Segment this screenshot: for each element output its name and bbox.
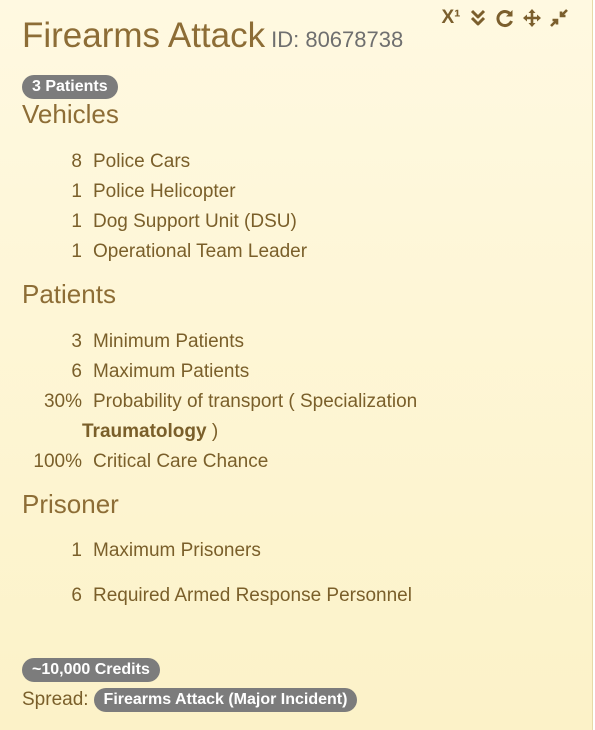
minimize-icon[interactable]	[549, 8, 569, 28]
max-patients-row: 6 Maximum Patients	[71, 361, 250, 382]
chevron-double-down-icon[interactable]	[468, 8, 488, 28]
mission-name: Firearms Attack	[22, 16, 266, 55]
specialization-name: Traumatology	[82, 421, 207, 442]
prisoner-heading: Prisoner	[22, 489, 119, 519]
list-item: 6 Required Armed Response Personnel	[71, 585, 412, 606]
spread-row: Spread: Firearms Attack (Major Incident)	[22, 688, 358, 712]
refresh-icon[interactable]	[495, 8, 515, 28]
spread-badge[interactable]: Firearms Attack (Major Incident)	[93, 688, 358, 712]
spread-label: Spread:	[22, 689, 89, 711]
mission-id: ID: 80678738	[271, 27, 404, 52]
mission-panel: Firearms Attack ID: 80678738 X¹ 3 Patient…	[0, 0, 593, 730]
credits-badge: ~10,000 Credits	[22, 658, 160, 682]
move-icon[interactable]	[522, 8, 542, 28]
list-item: 8 Police Cars	[71, 151, 191, 172]
superscript-icon[interactable]: X¹	[441, 8, 461, 28]
specialization-row: Traumatology )	[82, 421, 219, 442]
patients-heading: Patients	[22, 279, 116, 309]
list-item: 1 Police Helicopter	[71, 181, 236, 202]
panel-toolbar: X¹	[441, 8, 569, 28]
vehicles-heading: Vehicles	[22, 99, 119, 129]
mission-title: Firearms Attack ID: 80678738	[22, 16, 403, 56]
list-item: 1 Operational Team Leader	[71, 241, 308, 262]
critical-care-row: 100% Critical Care Chance	[33, 451, 269, 472]
min-patients-row: 3 Minimum Patients	[71, 331, 244, 352]
patients-count-badge: 3 Patients	[22, 75, 118, 99]
list-item: 1 Dog Support Unit (DSU)	[71, 211, 297, 232]
list-item: 1 Maximum Prisoners	[71, 540, 261, 561]
transport-probability-row: 30% Probability of transport ( Specializa…	[43, 391, 418, 412]
